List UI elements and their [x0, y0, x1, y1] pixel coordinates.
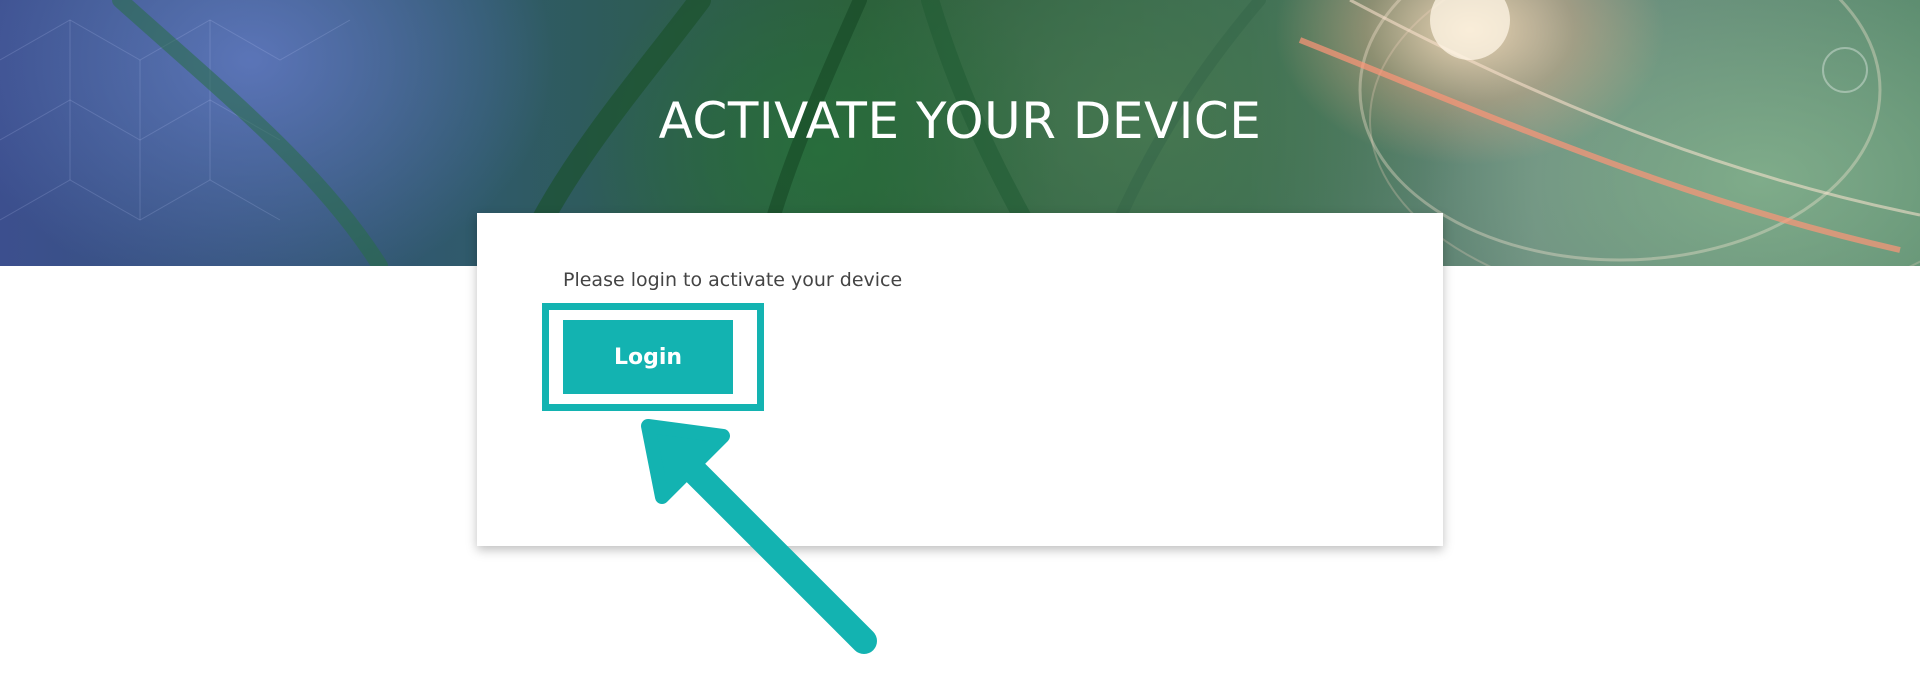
login-button[interactable]: Login [563, 320, 733, 394]
activation-page: ACTIVATE YOUR DEVICE Please login to act… [0, 0, 1920, 692]
page-title: ACTIVATE YOUR DEVICE [658, 92, 1262, 150]
activation-card: Please login to activate your device Log… [477, 213, 1443, 546]
login-prompt-text: Please login to activate your device [563, 269, 903, 291]
